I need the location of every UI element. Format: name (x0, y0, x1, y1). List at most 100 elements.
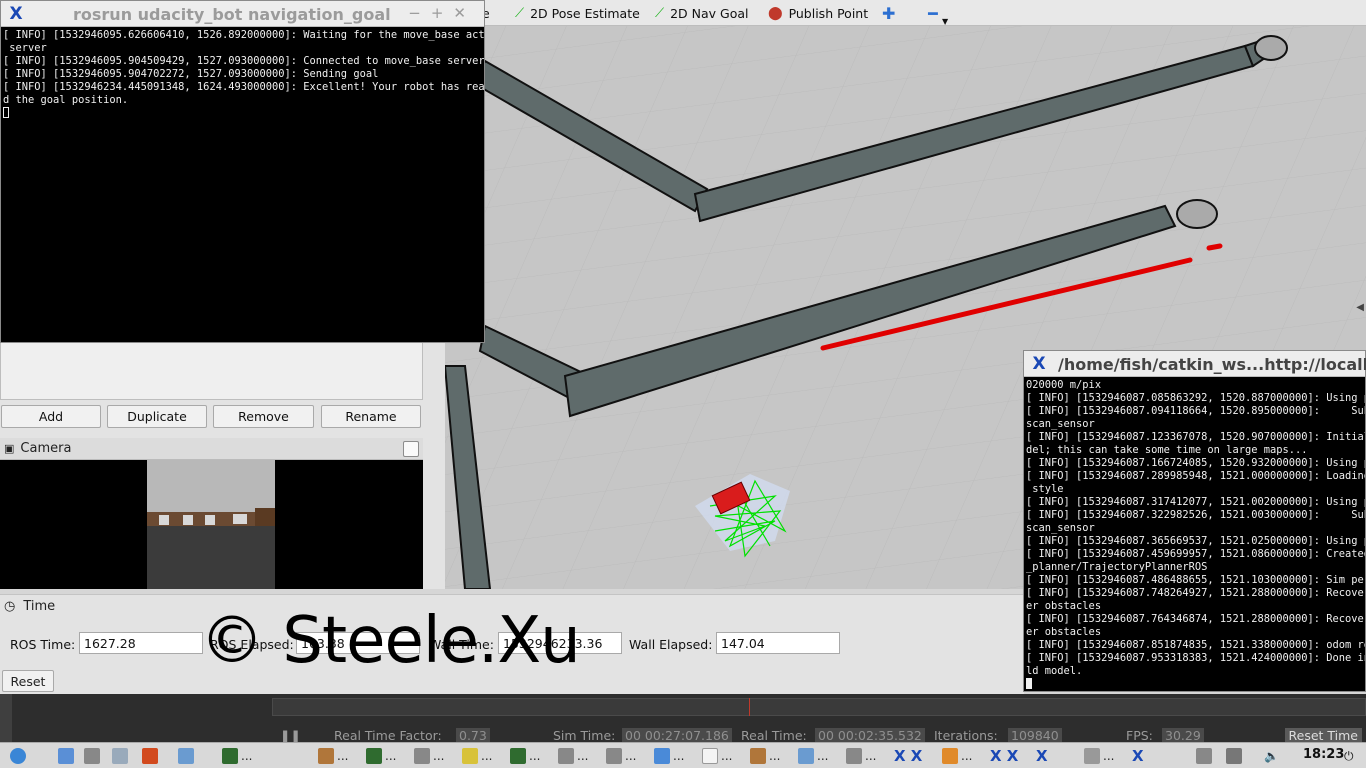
taskbar-editor[interactable]: ... (558, 747, 588, 765)
browser-icon[interactable] (142, 747, 158, 765)
terminal-titlebar[interactable]: X /home/fish/catkin_ws...http://localhos… (1024, 351, 1366, 377)
taskbar-app[interactable]: ... (462, 747, 492, 765)
terminal-cursor (1026, 678, 1032, 689)
xterm-icon[interactable]: X (1132, 747, 1144, 765)
taskbar-tool[interactable]: ... (798, 747, 828, 765)
taskbar-image[interactable]: ... (750, 747, 780, 765)
add-button[interactable]: Add (1, 405, 101, 428)
window-icon[interactable] (112, 747, 128, 765)
taskbar-doc[interactable]: ... (702, 747, 732, 765)
terminal-line: 020000 m/pix (1026, 379, 1102, 391)
taskbar-editor[interactable]: ... (414, 747, 444, 765)
sim-time-label: Sim Time: (553, 728, 616, 742)
taskbar-label: ... (961, 749, 973, 763)
taskbar-terminal[interactable]: ... (366, 747, 396, 765)
taskbar: ... ... ... ... ... ... ... ... ... ... … (0, 742, 1366, 768)
display-icon[interactable] (1226, 747, 1242, 765)
taskbar-label: ... (625, 749, 637, 763)
terminal-line: server (3, 42, 47, 54)
terminal-title: /home/fish/catkin_ws...http://localhost (1058, 355, 1366, 374)
terminal-roslaunch[interactable]: X /home/fish/catkin_ws...http://localhos… (1023, 350, 1366, 692)
taskbar-folder[interactable]: ... (654, 747, 684, 765)
rviz-toolbar: e ⟋ 2D Pose Estimate ⟋ 2D Nav Goal ⬤ Pub… (482, 0, 1366, 26)
duplicate-button[interactable]: Duplicate (107, 405, 207, 428)
pause-icon[interactable]: ❚❚ (280, 728, 301, 742)
network-icon[interactable] (1196, 747, 1212, 765)
power-icon[interactable]: ⏻ (1344, 747, 1354, 765)
taskbar-image[interactable]: ... (318, 747, 348, 765)
start-menu-icon[interactable] (10, 747, 26, 765)
gazebo-stats: ❚❚ Real Time Factor: 0.73 Sim Time: 00 0… (280, 728, 1366, 742)
volume-icon[interactable]: 🔈 (1264, 747, 1279, 765)
terminal-line: style (1026, 483, 1064, 495)
xterm-icon[interactable]: X (1036, 747, 1048, 765)
timeline-marker (749, 698, 750, 716)
terminal-line: [ INFO] [1532946234.445091348, 1624.4930… (3, 81, 484, 93)
taskbar-editor[interactable]: ... (606, 747, 636, 765)
collapse-arrow-icon[interactable]: ◀ (1356, 302, 1364, 313)
wall-elapsed-field[interactable]: 147.04 (716, 632, 840, 654)
taskbar-label: ... (433, 749, 445, 763)
terminal-line: [ INFO] [1532946087.322982526, 1521.0030… (1026, 509, 1365, 521)
real-time-label: Real Time: (741, 728, 807, 742)
taskbar-gazebo[interactable]: ... (942, 747, 972, 765)
terminal-line: [ INFO] [1532946087.764346874, 1521.2880… (1026, 613, 1365, 625)
pose-estimate-label: 2D Pose Estimate (530, 5, 640, 21)
terminal-line: [ INFO] [1532946087.085863292, 1520.8870… (1026, 392, 1365, 404)
xterm-icon: X (1032, 354, 1046, 374)
display-list[interactable] (0, 342, 423, 400)
taskbar-label: ... (529, 749, 541, 763)
remove-button[interactable]: Remove (213, 405, 314, 428)
camera-view (0, 460, 423, 589)
real-time-value: 00 00:02:35.532 (815, 728, 925, 742)
taskbar-label: ... (577, 749, 589, 763)
sim-time-value: 00 00:27:07.186 (622, 728, 732, 742)
gazebo-side (0, 694, 12, 742)
monitor-icon[interactable] (178, 747, 194, 765)
pose-estimate-tool[interactable]: ⟋ 2D Pose Estimate (515, 4, 640, 22)
terminal-line: [ INFO] [1532946095.626606410, 1526.8920… (3, 29, 484, 41)
terminal-line: d the goal position. (3, 94, 129, 106)
terminal-titlebar[interactable]: X rosrun udacity_bot navigation_goal −+✕ (1, 1, 484, 27)
taskbar-terminal[interactable]: ... (510, 747, 540, 765)
terminal-navigation-goal[interactable]: X rosrun udacity_bot navigation_goal −+✕… (0, 0, 485, 343)
taskbar-editor[interactable]: ... (846, 747, 876, 765)
watermark-text: © Steele.Xu (200, 604, 581, 678)
ros-time-label: ROS Time: (10, 637, 76, 652)
terminal-line: [ INFO] [1532946095.904702272, 1527.0930… (3, 68, 379, 80)
fps-label: FPS: (1126, 728, 1153, 742)
publish-point-label: Publish Point (788, 5, 869, 21)
file-manager-icon[interactable] (58, 747, 74, 765)
reset-time-button[interactable]: Reset Time (1284, 728, 1362, 743)
terminal-line: [ INFO] [1532946087.166724085, 1520.9320… (1026, 457, 1365, 469)
plus-icon[interactable]: ✚ (882, 4, 895, 23)
taskbar-terminal[interactable]: ... (222, 747, 252, 765)
camera-title: Camera (20, 441, 72, 456)
terminal-line: [ INFO] [1532946087.486488655, 1521.1030… (1026, 574, 1365, 586)
rtf-value: 0.73 (456, 728, 490, 742)
xterm-icon[interactable]: X X (990, 747, 1018, 765)
nav-goal-label: 2D Nav Goal (670, 5, 749, 21)
nav-goal-tool[interactable]: ⟋ 2D Nav Goal (655, 4, 749, 22)
terminal-output: 020000 m/pix[ INFO] [1532946087.08586329… (1026, 379, 1365, 691)
camera-icon: ▣ (4, 442, 15, 455)
publish-point-tool[interactable]: ⬤ Publish Point (768, 4, 868, 22)
ros-time-field[interactable]: 1627.28 (79, 632, 203, 654)
terminal-cursor (3, 107, 9, 118)
terminal-line: [ INFO] [1532946087.365669537, 1521.0250… (1026, 535, 1365, 547)
text-editor-icon[interactable] (84, 747, 100, 765)
taskbar-label: ... (817, 749, 829, 763)
obstacle-circle (1176, 199, 1218, 229)
terminal-line: [ INFO] [1532946095.904509429, 1527.0930… (3, 55, 484, 67)
reset-button[interactable]: Reset (2, 670, 54, 692)
xterm-icon[interactable]: X X (894, 747, 922, 765)
gazebo-timeline[interactable] (272, 698, 1366, 716)
taskbar-rviz[interactable]: ... (1084, 747, 1114, 765)
window-controls[interactable]: −+✕ (408, 4, 476, 22)
rename-button[interactable]: Rename (321, 405, 421, 428)
minus-icon[interactable]: ━ (928, 4, 938, 23)
taskbar-label: ... (337, 749, 349, 763)
wall-elapsed-label: Wall Elapsed: (629, 637, 713, 652)
terminal-line: scan_sensor (1026, 418, 1095, 430)
camera-checkbox[interactable] (403, 441, 419, 457)
